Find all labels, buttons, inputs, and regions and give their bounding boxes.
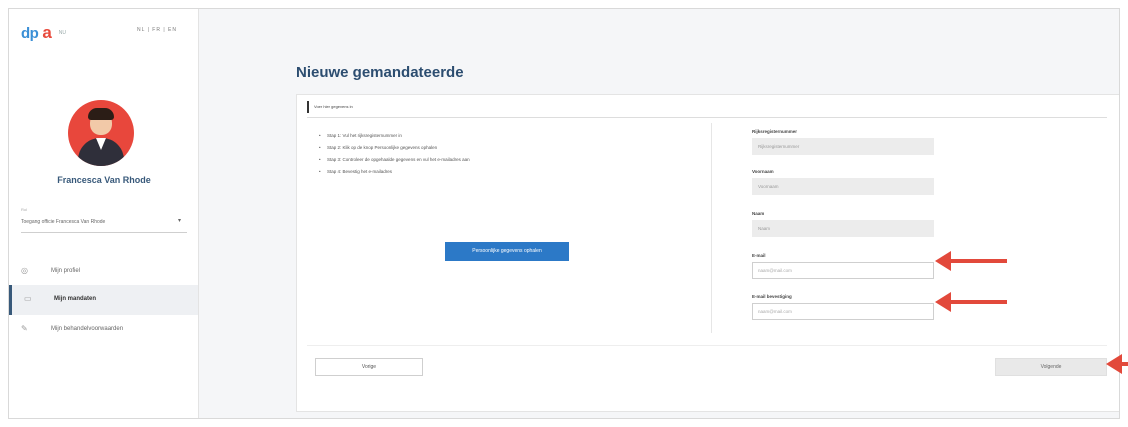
email-input[interactable]: naam@mail.com: [752, 262, 934, 279]
divider: [307, 117, 1107, 118]
user-name: Francesca Van Rhode: [57, 175, 151, 185]
next-button[interactable]: Volgende: [995, 358, 1107, 376]
annotation-arrow-email-confirm: [935, 292, 1007, 312]
annotation-arrow-next: [1106, 354, 1128, 374]
wrench-icon: ✎: [21, 324, 28, 333]
first-name-field: Voornaam Voornaam: [752, 169, 934, 195]
first-name-input: Voornaam: [752, 178, 934, 195]
chevron-down-icon: ▾: [177, 218, 181, 224]
role-select-caption: Rol: [21, 207, 28, 212]
role-select-value: Toegang officie Francesca Van Rhode: [21, 219, 106, 225]
divider: [307, 345, 1107, 346]
annotation-arrow-email: [935, 251, 1007, 271]
arrow-shaft: [949, 259, 1007, 263]
page-title: Nieuwe gemandateerde: [296, 64, 464, 81]
avatar-hair: [88, 108, 114, 120]
logo-text-part3: NU: [58, 30, 67, 36]
field-label: Voornaam: [752, 169, 774, 174]
field-label: Rijksregisternummer: [752, 129, 798, 134]
national-number-input: Rijksregisternummer: [752, 138, 934, 155]
breadcrumb: Voer hier gegevens in: [307, 101, 353, 113]
app-window: dp a NU NL | FR | EN Francesca Van Rhode…: [8, 8, 1120, 419]
field-label: E-mail: [752, 253, 766, 258]
arrow-shaft: [949, 300, 1007, 304]
instruction-step: Stap 1: Vul het rijksregisternummer in: [319, 133, 719, 139]
instruction-step: Stap 4: Bevestig het e-mailadres: [319, 169, 719, 175]
logo[interactable]: dp a NU: [21, 23, 66, 43]
role-select[interactable]: Rol Toegang officie Francesca Van Rhode …: [21, 207, 187, 233]
email-field: E-mail naam@mail.com: [752, 253, 934, 279]
instruction-steps: Stap 1: Vul het rijksregisternummer in S…: [319, 133, 719, 181]
national-number-field: Rijksregisternummer Rijksregisternummer: [752, 129, 934, 155]
back-button[interactable]: Vorige: [315, 358, 423, 376]
instruction-step: Stap 2: Klik op de knop Persoonlijke geg…: [319, 145, 719, 151]
sidebar-item-conditions[interactable]: ✎ Mijn behandelvoorwaarden: [9, 315, 198, 345]
email-confirm-input[interactable]: naam@mail.com: [752, 303, 934, 320]
sidebar-item-label: Mijn profiel: [51, 268, 81, 274]
logo-text-part1: dp: [21, 24, 39, 42]
arrow-shaft: [1120, 362, 1128, 366]
last-name-input: Naam: [752, 220, 934, 237]
column-divider: [711, 123, 712, 333]
field-label: Naam: [752, 211, 765, 216]
instruction-step: Stap 3: Controleer de opgehaalde gegeven…: [319, 157, 719, 163]
email-confirm-field: E-mail bevestiging naam@mail.com: [752, 294, 934, 320]
sidebar-item-label: Mijn behandelvoorwaarden: [51, 326, 124, 332]
logo-text-part2: a: [42, 23, 52, 42]
field-label: E-mail bevestiging: [752, 294, 792, 299]
last-name-field: Naam Naam: [752, 211, 934, 237]
form-card: Voer hier gegevens in Stap 1: Vul het ri…: [296, 94, 1119, 412]
language-switcher[interactable]: NL | FR | EN: [137, 27, 177, 33]
user-icon: ◎: [21, 266, 28, 275]
fetch-personal-data-button[interactable]: Persoonlijke gegevens ophalen: [445, 242, 569, 261]
sidebar-item-mandates[interactable]: ▭ Mijn mandaten: [9, 285, 198, 315]
document-icon: ▭: [24, 294, 32, 303]
sidebar-item-profile[interactable]: ◎ Mijn profiel: [9, 257, 198, 287]
sidebar-item-label: Mijn mandaten: [54, 296, 97, 302]
avatar: [68, 100, 134, 166]
sidebar: dp a NU NL | FR | EN Francesca Van Rhode…: [9, 9, 199, 418]
